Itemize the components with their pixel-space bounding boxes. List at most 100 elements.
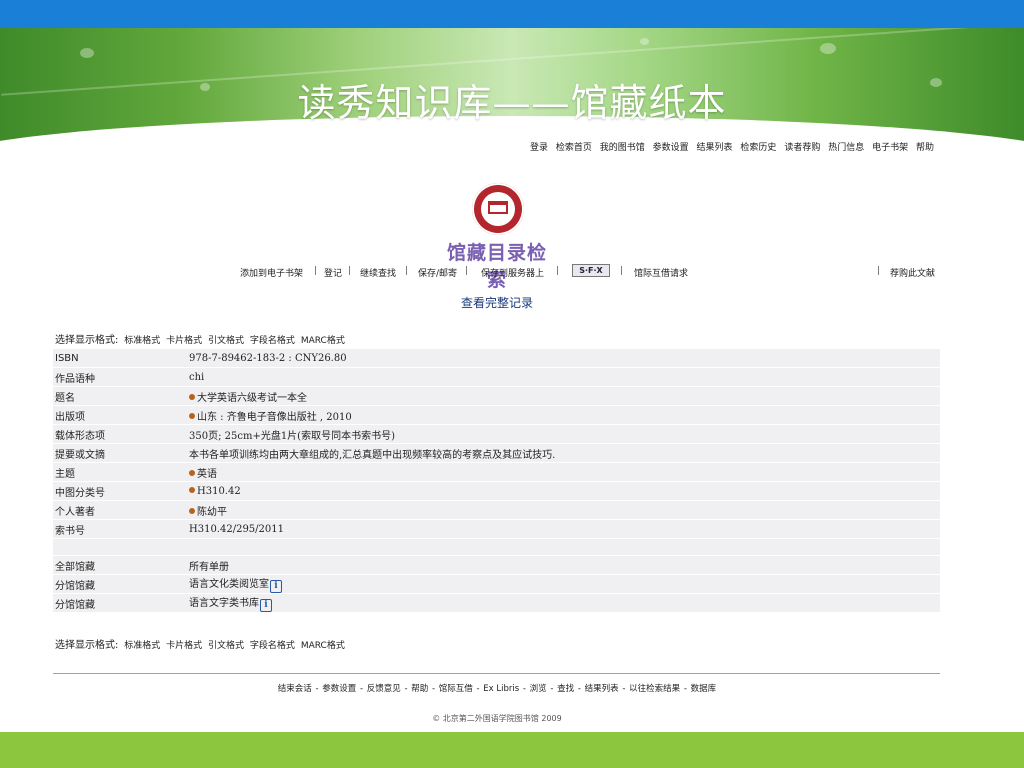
footer-browse[interactable]: 浏览 [530,684,547,694]
field-value-link[interactable]: H310.42 [187,482,940,500]
format-field-name[interactable]: 字段名格式 [250,336,295,346]
empty-cell [187,539,940,555]
table-row: 提要或文摘 本书各单项训练均由两大章组成的,汇总真题中出现频率较高的考察点及其应… [53,444,940,462]
footer-feedback[interactable]: 反馈意见 [367,684,401,694]
format-card[interactable]: 卡片格式 [166,336,202,346]
title-link[interactable]: 大学英语六级考试一本全 [197,393,307,404]
field-label: 出版项 [53,406,187,424]
banner-title: 读秀知识库——馆藏纸本 [297,81,727,125]
all-holdings-link[interactable]: 所有单册 [187,556,940,574]
field-label: 载体形态项 [53,425,187,443]
table-row: 中图分类号 H310.42 [53,482,940,500]
bullet-icon [189,393,195,400]
field-label: 题名 [53,387,187,405]
field-label: 作品语种 [53,368,187,386]
format-label: 选择显示格式: [55,335,119,346]
nav-search-home[interactable]: 检索首页 [556,143,592,153]
field-label: 索书号 [53,520,187,538]
format-label: 选择显示格式: [55,640,119,651]
info-icon[interactable]: i [260,599,272,612]
format-citation[interactable]: 引文格式 [208,336,244,346]
separator: | [620,266,624,276]
footer-previous-searches[interactable]: 以往检索结果 [629,684,680,694]
nav-reader-recommend[interactable]: 读者荐购 [784,143,820,153]
book-icon [488,201,508,214]
table-row: 载体形态项 350页; 25cm+光盘1片(索取号同本书索书号) [53,425,940,443]
subject-link[interactable]: 英语 [197,469,217,480]
bullet-icon [189,507,195,514]
field-label: 分馆馆藏 [53,575,187,593]
recommend-link[interactable]: 荐购此文献 [890,266,935,279]
bullet-icon [189,486,195,493]
catalog-logo-text: 馆藏目录检索 [446,242,547,291]
table-row: 个人著者 陈幼平 [53,501,940,519]
publisher-link[interactable]: 山东 : 齐鲁电子音像出版社 , 2010 [197,412,352,423]
format-marc[interactable]: MARC格式 [301,336,345,346]
nav-hot-info[interactable]: 热门信息 [828,143,864,153]
bullet-icon [189,412,195,419]
footer-ex-libris[interactable]: Ex Libris [483,684,519,694]
register-link[interactable]: 登记 [324,266,342,279]
table-row: 索书号 H310.42/295/2011 [53,520,940,538]
nav-help[interactable]: 帮助 [916,143,934,153]
nav-preferences[interactable]: 参数设置 [653,143,689,153]
classification-link[interactable]: H310.42 [197,486,241,497]
info-icon[interactable]: i [270,580,282,593]
footer-ill[interactable]: 馆际互借 [439,684,473,694]
continue-search-link[interactable]: 继续查找 [360,266,396,279]
footer-help[interactable]: 帮助 [411,684,428,694]
footer-database[interactable]: 数据库 [691,684,717,694]
nav-search-history[interactable]: 检索历史 [740,143,776,153]
field-value-link[interactable]: 语言文字类书库 i [187,594,940,612]
format-selector-top: 选择显示格式: 标准格式 卡片格式 引文格式 字段名格式 MARC格式 [55,331,345,346]
footer-end-session[interactable]: 结束会话 [278,684,312,694]
view-full-record-title: 查看完整记录 [460,296,533,310]
separator: | [465,266,469,276]
branch-holding-link[interactable]: 语言文化类阅览室 [189,579,269,590]
top-color-bar [0,0,1024,28]
field-label: ISBN [53,349,187,367]
save-mail-link[interactable]: 保存/邮寄 [418,266,457,279]
field-value: chi [187,368,940,386]
add-to-eshelf-link[interactable]: 添加到电子书架 [240,266,303,279]
ill-request-link[interactable]: 馆际互借请求 [634,266,688,279]
table-row: 全部馆藏 所有单册 [53,556,940,574]
field-value-link[interactable]: 语言文化类阅览室 i [187,575,940,593]
separator: | [348,266,352,276]
footer-preferences[interactable]: 参数设置 [322,684,356,694]
table-row: 分馆馆藏 语言文字类书库 i [53,594,940,612]
sfx-icon[interactable]: S·F·X [572,264,610,277]
field-label: 中图分类号 [53,482,187,500]
format-marc[interactable]: MARC格式 [301,641,345,651]
format-selector-bottom: 选择显示格式: 标准格式 卡片格式 引文格式 字段名格式 MARC格式 [55,636,345,651]
library-logo [472,183,524,235]
bullet-icon [189,469,195,476]
nav-login[interactable]: 登录 [530,143,548,153]
field-value-link[interactable]: 山东 : 齐鲁电子音像出版社 , 2010 [187,406,940,424]
field-value-link[interactable]: 陈幼平 [187,501,940,519]
format-card[interactable]: 卡片格式 [166,641,202,651]
format-standard[interactable]: 标准格式 [124,641,160,651]
format-field-name[interactable]: 字段名格式 [250,641,295,651]
table-row: 出版项 山东 : 齐鲁电子音像出版社 , 2010 [53,406,940,424]
nav-e-shelf[interactable]: 电子书架 [872,143,908,153]
field-value-link[interactable]: 英语 [187,463,940,481]
bottom-color-bar [0,732,1024,768]
format-standard[interactable]: 标准格式 [124,336,160,346]
water-drop [80,48,94,58]
footer-result-list[interactable]: 结果列表 [585,684,619,694]
field-label: 分馆馆藏 [53,594,187,612]
branch-holding-link[interactable]: 语言文字类书库 [189,598,259,609]
field-value-link[interactable]: 大学英语六级考试一本全 [187,387,940,405]
author-link[interactable]: 陈幼平 [197,507,227,518]
field-value: 978-7-89462-183-2 : CNY26.80 [187,349,940,367]
save-to-server-link[interactable]: 保存到服务器上 [481,266,544,279]
field-label: 全部馆藏 [53,556,187,574]
footer-search[interactable]: 查找 [557,684,574,694]
format-citation[interactable]: 引文格式 [208,641,244,651]
record-table: ISBN 978-7-89462-183-2 : CNY26.80 作品语种 c… [53,348,940,613]
table-row: ISBN 978-7-89462-183-2 : CNY26.80 [53,349,940,367]
nav-result-list[interactable]: 结果列表 [697,143,733,153]
nav-my-library[interactable]: 我的图书馆 [600,143,645,153]
field-value: H310.42/295/2011 [187,520,940,538]
